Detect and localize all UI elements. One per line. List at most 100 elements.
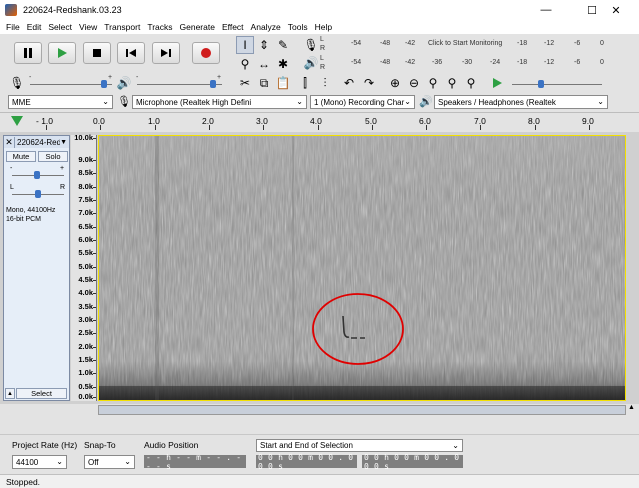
project-rate-select[interactable]: 44100 ⌄ [12,455,67,469]
copy-button[interactable]: ⧉ [255,74,273,92]
menu-file[interactable]: File [6,22,20,32]
timeline-ruler[interactable]: - 1.0 0.0 1.0 2.0 3.0 4.0 5.0 6.0 7.0 8.… [0,112,639,130]
selection-mode-select[interactable]: Start and End of Selection ⌄ [256,439,463,452]
selection-end-field[interactable]: 0 0 h 0 0 m 0 0 . 0 0 0 s [362,453,463,471]
track-close-button[interactable]: ✕ [4,136,15,148]
skip-end-icon [161,49,171,57]
multi-tool[interactable]: ✱ [274,55,292,73]
stop-button[interactable] [83,42,111,64]
frequency-tick [93,227,96,228]
chevron-down-icon: ⌄ [597,97,604,106]
menu-tracks[interactable]: Tracks [147,22,172,32]
playback-volume-slider[interactable] [210,80,216,88]
menu-tools[interactable]: Tools [288,22,308,32]
audacity-logo-icon [5,4,17,16]
chevron-down-icon: ⌄ [102,97,109,106]
pause-button[interactable] [14,42,42,64]
snap-to-select[interactable]: Off ⌄ [84,455,135,469]
paste-button[interactable]: 📋 [274,74,292,92]
rec-scale-0: 0 [600,40,604,47]
menu-effect[interactable]: Effect [222,22,244,32]
pan-slider[interactable] [35,190,41,198]
skip-to-start-button[interactable] [117,42,145,64]
recording-device-select[interactable]: Microphone (Realtek High Defini ⌄ [132,95,307,109]
record-button[interactable] [192,42,220,64]
fit-project-button[interactable]: ⚲ [443,74,461,92]
menu-generate[interactable]: Generate [180,22,215,32]
menu-select[interactable]: Select [48,22,72,32]
gain-minus-label: - [10,165,13,172]
fit-selection-button[interactable]: ⚲ [424,74,442,92]
draw-tool[interactable]: ✎ [274,36,292,54]
track-info: Mono, 44100Hz 16-bit PCM [6,206,55,224]
frequency-tick [93,213,96,214]
play-speed-slider[interactable] [538,80,544,88]
track-name-menu[interactable]: 220624-Red [15,138,60,147]
spectrogram-low-energy [99,386,625,400]
audio-host-select[interactable]: MME ⌄ [8,95,113,109]
time-shift-tool[interactable]: ↔ [255,55,273,73]
collapse-track-button[interactable]: ▲ [5,388,15,399]
track-bitdepth: 16-bit PCM [6,216,42,223]
redo-button[interactable]: ↷ [360,74,378,92]
zoom-in-button[interactable]: ⊕ [386,74,404,92]
play-at-speed-button[interactable] [488,74,506,92]
mute-button[interactable]: Mute [6,151,36,162]
frequency-tick-label: 4.5k [78,275,93,284]
title-bar: 220624-Redshank.03.23 — ☐ ✕ [0,0,639,20]
play-scale-54: -54 [351,59,362,66]
zoom-out-button[interactable]: ⊖ [405,74,423,92]
selection-start-field[interactable]: 0 0 h 0 0 m 0 0 . 0 0 0 s [256,453,357,471]
recording-channels-select[interactable]: 1 (Mono) Recording Char ⌄ [310,95,415,109]
selection-mode-value: Start and End of Selection [260,441,353,450]
ruler-tick [154,125,156,130]
undo-button[interactable]: ↶ [340,74,358,92]
menu-view[interactable]: View [79,22,97,32]
silence-button[interactable]: ⫶ [316,74,334,92]
solo-button[interactable]: Solo [38,151,68,162]
selection-tool[interactable]: I [236,36,254,54]
pause-icon [24,48,32,58]
minimize-button[interactable]: — [523,0,569,20]
select-track-button[interactable]: Select [16,388,67,399]
recording-volume-slider[interactable] [101,80,107,88]
frequency-tick-label: 8.0k [78,182,93,191]
gain-slider[interactable] [34,171,40,179]
track-name-row: ✕ 220624-Red ▼ [4,136,69,148]
scroll-up-arrow-icon[interactable]: ▲ [628,404,635,411]
audio-position-field[interactable]: - - h - - m - - . - - - s [144,453,246,471]
fit-selection-icon: ⚲ [428,76,438,90]
zoom-toggle-button[interactable]: ⚲ [462,74,480,92]
envelope-tool[interactable]: ⇕ [255,36,273,54]
zoom-out-icon: ⊖ [408,76,420,90]
menu-edit[interactable]: Edit [27,22,42,32]
frequency-ruler[interactable]: 10.0k 9.0k 8.5k 8.0k 7.5k 7.0k 6.5k 6.0k 5.5k 5.0… [71,133,97,401]
play-button[interactable] [48,42,76,64]
zoom-tool[interactable]: ⚲ [236,55,254,73]
chevron-down-icon: ▼ [60,138,67,146]
horizontal-scroll-thumb[interactable] [98,405,626,415]
trim-button[interactable]: ⫿ [296,74,314,92]
spectrogram-view[interactable] [98,135,626,401]
status-bar: Stopped. [0,474,639,488]
close-button[interactable]: ✕ [593,0,639,20]
menu-analyze[interactable]: Analyze [251,22,281,32]
speaker-icon: 🔊 [419,96,433,108]
playback-device-value: Speakers / Headphones (Realtek [438,97,556,107]
recording-channels-value: 1 (Mono) Recording Char [314,97,405,107]
play-head-triangle-icon[interactable] [11,116,23,126]
horizontal-scrollbar[interactable]: ▲ [0,404,639,416]
cut-button[interactable]: ✂ [236,74,254,92]
record-meter-button[interactable]: 🎙 [302,36,320,54]
fit-project-icon: ⚲ [447,76,457,90]
record-meter-l: L [320,36,324,43]
frequency-tick [93,397,96,398]
skip-to-end-button[interactable] [152,42,180,64]
speaker-icon: 🔊 [303,56,319,70]
menu-help[interactable]: Help [315,22,332,32]
menu-transport[interactable]: Transport [104,22,140,32]
playback-device-select[interactable]: Speakers / Headphones (Realtek ⌄ [434,95,608,109]
frequency-tick [93,253,96,254]
click-to-start-monitoring[interactable]: Click to Start Monitoring [428,40,502,47]
playback-meter-button[interactable]: 🔊 [302,54,320,72]
